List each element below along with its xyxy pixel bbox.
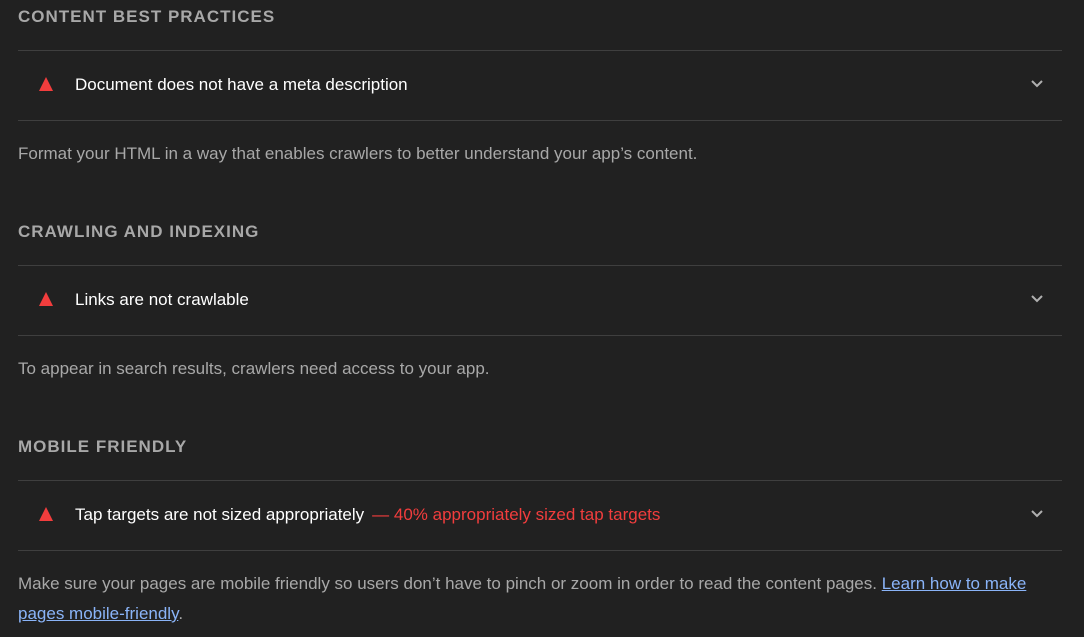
audit-title: Tap targets are not sized appropriately —… [75,505,661,524]
group-description: Make sure your pages are mobile friendly… [18,569,1062,629]
description-trailing: . [178,604,184,623]
group-description: Format your HTML in a way that enables c… [18,144,698,163]
fail-triangle-icon [39,507,53,521]
description-text: Make sure your pages are mobile friendly… [18,574,877,593]
chevron-down-icon[interactable] [1030,509,1044,519]
audit-crawlable-links[interactable]: Links are not crawlable [18,265,1062,336]
group-description: To appear in search results, crawlers ne… [18,359,490,378]
chevron-down-icon[interactable] [1030,79,1044,89]
seo-audit-panel: CONTENT BEST PRACTICES Document does not… [0,0,1084,637]
fail-triangle-icon [39,292,53,306]
group-title: CRAWLING AND INDEXING [18,222,260,241]
group-title: CONTENT BEST PRACTICES [18,7,276,26]
audit-display-value: — 40% appropriately sized tap targets [372,505,661,524]
audit-title: Document does not have a meta descriptio… [75,75,408,94]
audit-meta-description[interactable]: Document does not have a meta descriptio… [18,50,1062,121]
audit-title: Links are not crawlable [75,290,249,309]
fail-triangle-icon [39,77,53,91]
audit-tap-targets[interactable]: Tap targets are not sized appropriately —… [18,480,1062,551]
chevron-down-icon[interactable] [1030,294,1044,304]
group-title: MOBILE FRIENDLY [18,437,188,456]
